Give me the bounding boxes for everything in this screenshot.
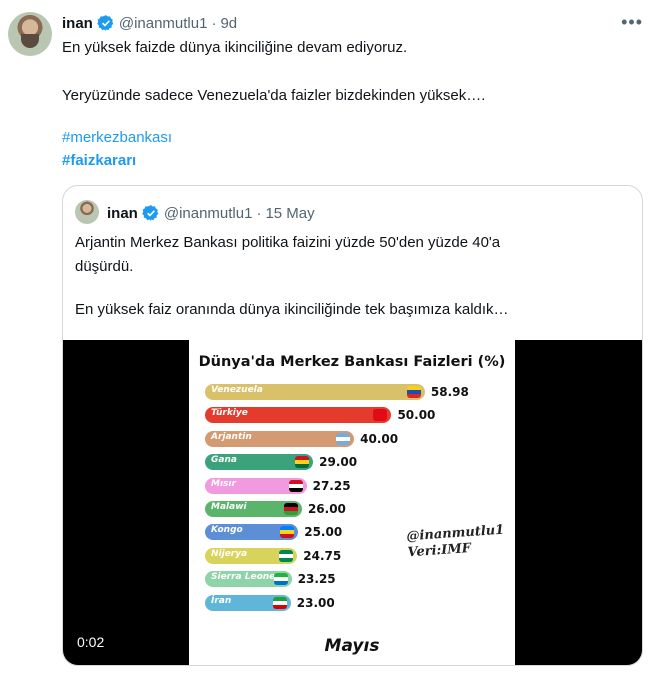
verified-badge-icon (97, 15, 114, 31)
author-name[interactable]: inan (62, 15, 93, 32)
tweet-header: inan @inanmutlu1 · 9d (62, 13, 237, 33)
chart-watermark: @inanmutlu1 Veri:IMF (406, 523, 506, 562)
hashtag-faizkarari[interactable]: #faizkararı (62, 151, 136, 171)
chart-bar-label: Malawi (211, 502, 247, 512)
chart-value-label: 50.00 (397, 408, 436, 423)
chart-value-label: 27.25 (312, 478, 351, 493)
quote-text-line-1: Arjantin Merkez Bankası politika faizini… (75, 234, 501, 251)
author-handle[interactable]: @inanmutlu1 (119, 15, 208, 32)
chart-value-label: 23.00 (296, 595, 335, 610)
flag-icon (272, 596, 287, 609)
chart-bar: Türkiye (205, 407, 392, 424)
tweet-text-line-2: Yeryüzünde sadece Venezuela'da faizler b… (62, 87, 486, 104)
chart-bar-label: Kongo (211, 525, 243, 536)
chart-value-label: 25.00 (304, 525, 343, 540)
quote-header: inan @inanmutlu1 · 15 May (107, 203, 315, 223)
chart-bar: Mısır (205, 477, 307, 494)
flag-icon (336, 432, 351, 445)
flag-icon (279, 549, 294, 562)
flag-icon (295, 456, 310, 469)
chart-bar-label: Mısır (211, 478, 236, 489)
quote-separator-dot: · (256, 204, 262, 222)
more-options-icon[interactable]: ••• (621, 13, 643, 31)
flag-icon (273, 573, 288, 586)
flag-icon (406, 386, 421, 398)
separator-dot: · (211, 14, 217, 32)
chart-frame: Dünya'da Merkez Bankası Faizleri (%) @in… (189, 340, 515, 665)
chart-value-label: 40.00 (360, 431, 399, 446)
video-timestamp: 0:02 (77, 634, 105, 650)
chart-bar-label: Sierra Leone (211, 572, 276, 583)
chart-bar: Sierra Leone (205, 571, 292, 588)
chart-bar: Gana (205, 454, 314, 471)
chart-value-label: 26.00 (307, 502, 346, 516)
chart-bar-label: Nijerya (211, 548, 248, 559)
chart-bar: Nijerya (205, 547, 298, 564)
quote-author-handle[interactable]: @inanmutlu1 (164, 205, 253, 222)
chart-bar-label: Türkiye (211, 408, 248, 419)
chart-bar-label: Arjantin (211, 431, 252, 442)
flag-icon (373, 409, 388, 422)
chart-title: Dünya'da Merkez Bankası Faizleri (%) (198, 354, 506, 370)
flag-icon (288, 479, 303, 492)
chart-bar-label: Gana (211, 455, 237, 466)
avatar-beard (21, 34, 39, 48)
chart-footer-month: Mayıs (324, 636, 380, 656)
quote-avatar[interactable] (75, 200, 99, 224)
avatar[interactable] (8, 12, 52, 56)
flag-icon (283, 503, 298, 515)
chart-bar: Malawi (205, 501, 302, 517)
quote-time[interactable]: 15 May (265, 205, 314, 222)
quote-text-line-2: düşürdü. (75, 258, 134, 275)
chart-value-label: 58.98 (430, 385, 469, 399)
chart-bar: Venezuela (205, 384, 425, 400)
verified-badge-icon (142, 205, 159, 221)
tweet-text-line-1: En yüksek faizde dünya ikinciliğine deva… (62, 39, 408, 56)
quote-author-name[interactable]: inan (107, 205, 138, 222)
quote-text-line-3: En yüksek faiz oranında dünya ikinciliği… (75, 301, 509, 318)
video-player[interactable]: Dünya'da Merkez Bankası Faizleri (%) @in… (63, 340, 642, 665)
tweet: inan @inanmutlu1 · 9d ••• En yüksek faiz… (0, 0, 661, 680)
chart-bar: Kongo (205, 524, 299, 541)
quoted-tweet[interactable]: inan @inanmutlu1 · 15 May Arjantin Merke… (62, 185, 643, 666)
hashtag-merkezbankasi[interactable]: #merkezbankası (62, 128, 172, 148)
tweet-time[interactable]: 9d (220, 15, 237, 32)
chart-bar-label: İran (211, 595, 232, 606)
flag-icon (280, 526, 295, 539)
chart-value-label: 23.25 (297, 572, 336, 587)
chart-value-label: 29.00 (319, 455, 358, 470)
chart-bar: Arjantin (205, 430, 355, 447)
chart-bar-label: Venezuela (211, 385, 263, 395)
chart-value-label: 24.75 (303, 548, 342, 563)
chart-bar: İran (205, 594, 291, 611)
